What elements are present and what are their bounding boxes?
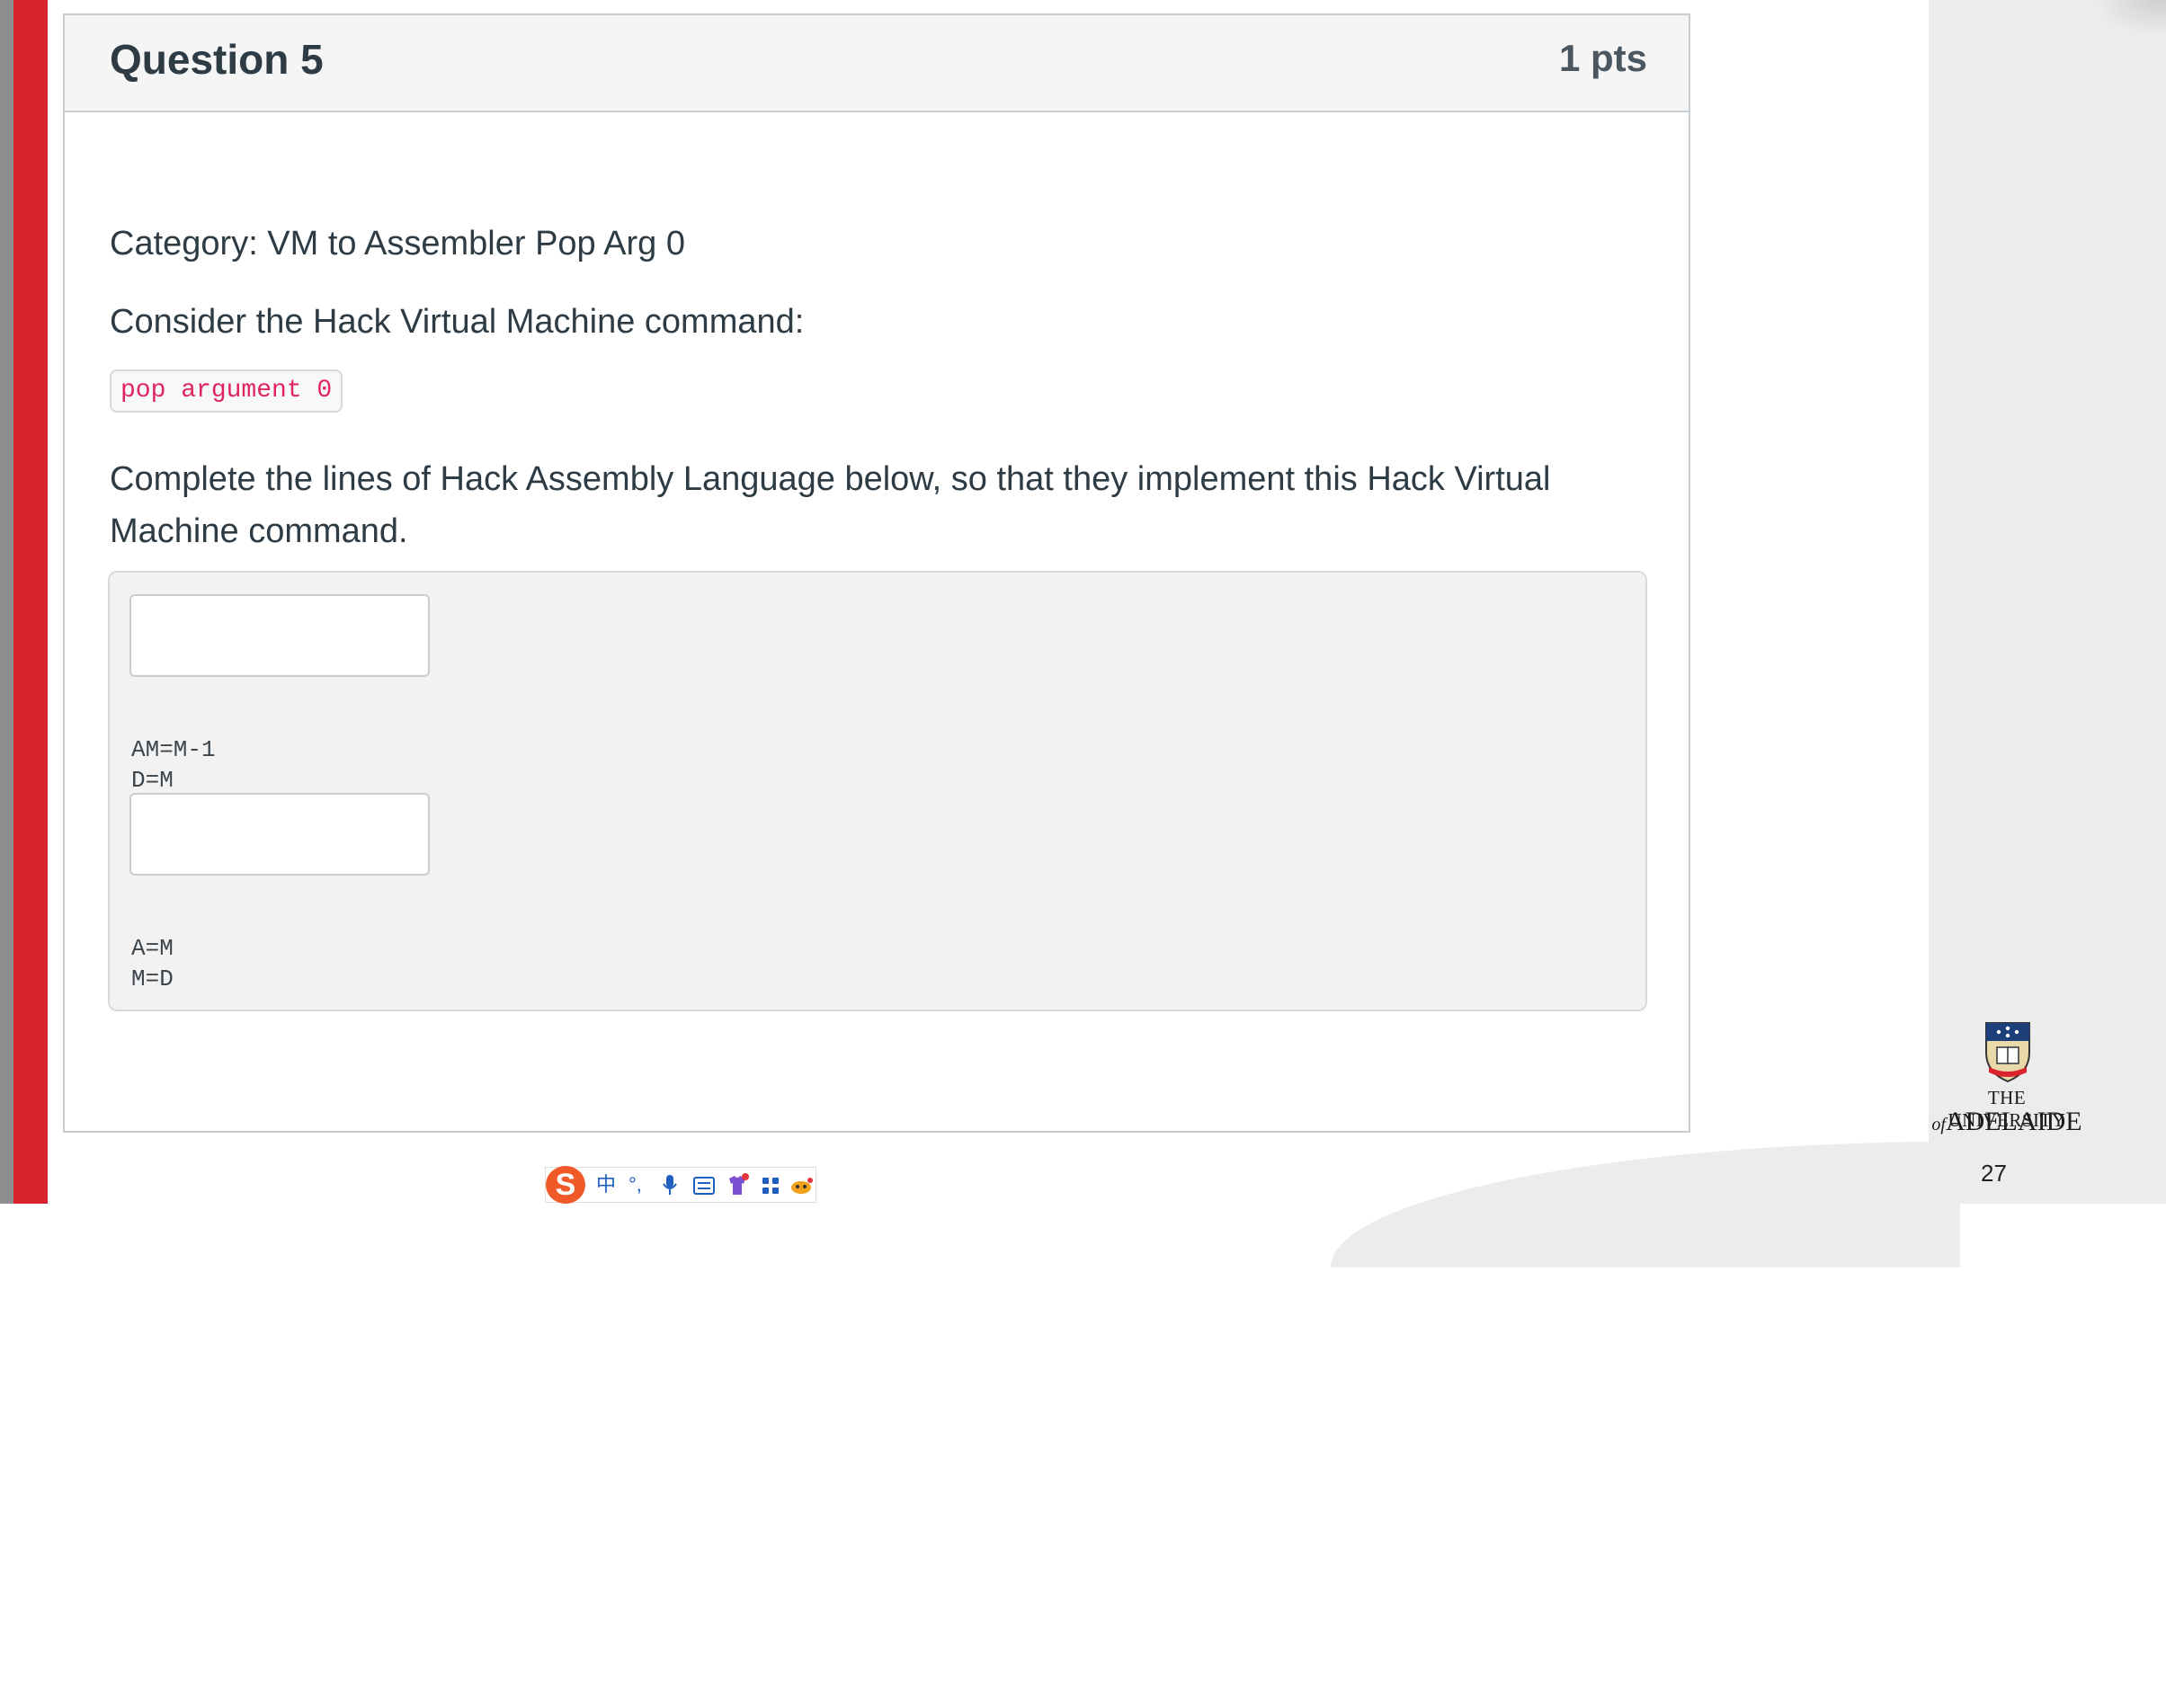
question-header: Question 5 1 pts [65, 15, 1689, 112]
answer-blank-1[interactable] [129, 594, 430, 677]
logo-text-of: of [1931, 1115, 1946, 1134]
logo-text-adelaide: ofADELAIDE [1931, 1107, 2082, 1137]
question-points: 1 pts [1558, 37, 1647, 79]
apps-icon[interactable] [762, 1177, 780, 1195]
ime-logo-icon[interactable]: S [546, 1166, 585, 1204]
question-category: Category: VM to Assembler Pop Arg 0 [110, 225, 685, 262]
ime-chinese-mode[interactable]: 中 [596, 1173, 616, 1196]
emoji-icon[interactable] [790, 1177, 814, 1195]
university-crest-icon [1985, 1022, 2030, 1083]
code-line: A=M [131, 935, 174, 962]
ime-punctuation-icon[interactable]: °, [628, 1173, 642, 1196]
slide-right-background [1929, 0, 2166, 1204]
question-prompt: Consider the Hack Virtual Machine comman… [110, 303, 805, 341]
code-line: D=M [131, 767, 174, 794]
instruction-line-2: Machine command. [110, 512, 408, 550]
answer-area: AM=M-1 D=M A=M M=D [108, 571, 1647, 1011]
code-line: AM=M-1 [131, 736, 216, 763]
keyboard-icon[interactable] [693, 1177, 715, 1195]
left-gray-edge [0, 0, 13, 1204]
left-red-bar [13, 0, 48, 1204]
answer-blank-2[interactable] [129, 793, 430, 876]
instruction-line-1: Complete the lines of Hack Assembly Lang… [110, 460, 1551, 498]
question-title: Question 5 [110, 36, 324, 83]
logo-text-adelaide-word: ADELAIDE [1945, 1107, 2082, 1136]
mic-icon[interactable] [663, 1175, 677, 1196]
code-line: M=D [131, 965, 174, 992]
shirt-icon[interactable] [726, 1173, 749, 1196]
question-card: Question 5 1 pts Category: VM to Assembl… [63, 13, 1690, 1133]
vm-command-code: pop argument 0 [110, 369, 343, 413]
slide-bottom-curve [1331, 1142, 1960, 1268]
slide-page-number: 27 [1981, 1160, 2007, 1187]
ime-toolbar: S 中 °, [545, 1166, 816, 1204]
